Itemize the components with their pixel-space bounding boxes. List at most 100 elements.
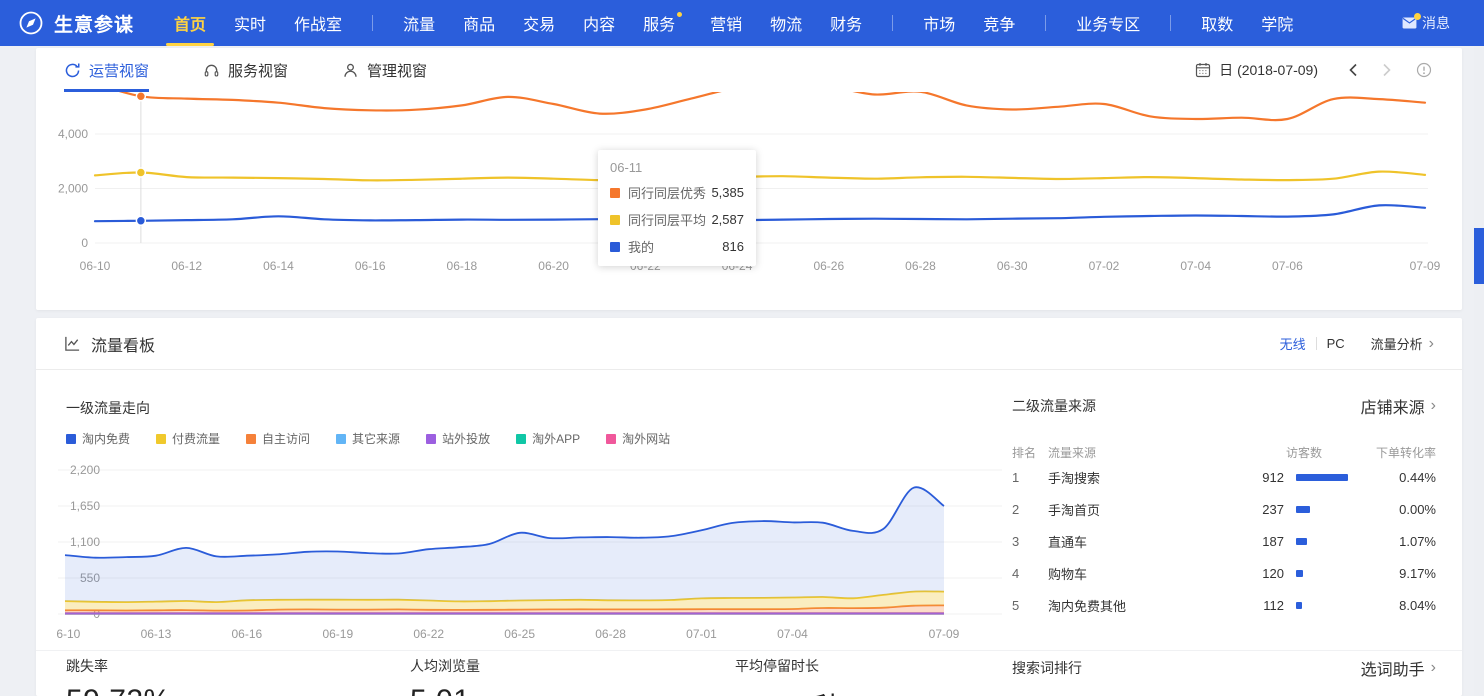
calendar-icon[interactable] xyxy=(1195,62,1211,78)
source-name-cell: 手淘搜索 xyxy=(1048,468,1214,487)
legend-item[interactable]: 淘外APP xyxy=(516,430,580,447)
svg-text:06-20: 06-20 xyxy=(538,259,569,273)
info-icon[interactable] xyxy=(1416,62,1432,78)
nav-item[interactable]: 市场 xyxy=(923,11,955,35)
prev-date-button[interactable] xyxy=(1348,63,1358,77)
table-row: 1手淘搜索9120.44% xyxy=(1012,461,1436,493)
divider xyxy=(1045,15,1046,31)
nav-item[interactable]: 物流 xyxy=(770,11,802,35)
visitors-bar-cell xyxy=(1284,474,1350,481)
legend-swatch xyxy=(336,434,346,444)
brand-title: 生意参谋 xyxy=(54,10,134,37)
legend-item[interactable]: 站外投放 xyxy=(426,430,490,447)
trend-chart[interactable]: 05501,1001,6502,20006-1006-1306-1606-190… xyxy=(56,458,1006,648)
person-icon xyxy=(342,62,359,79)
nav-item[interactable]: 内容 xyxy=(583,11,615,35)
col-visitors: 访客数 xyxy=(1284,444,1350,461)
line-chart-icon xyxy=(64,335,81,352)
nav-item[interactable]: 业务专区 xyxy=(1076,11,1140,35)
legend-label: 付费流量 xyxy=(172,430,220,447)
nav-item[interactable]: 学院 xyxy=(1261,11,1293,35)
next-date-button[interactable] xyxy=(1382,63,1392,77)
word-assistant-link[interactable]: 选词助手 › xyxy=(1361,656,1436,680)
visitors-bar-cell xyxy=(1284,506,1350,513)
tooltip-date: 06-11 xyxy=(610,160,744,175)
nav-item[interactable]: 商品 xyxy=(463,11,495,35)
legend-label: 其它来源 xyxy=(352,430,400,447)
conversion-cell: 9.17% xyxy=(1350,566,1436,581)
legend-item[interactable]: 其它来源 xyxy=(336,430,400,447)
conversion-cell: 8.04% xyxy=(1350,598,1436,613)
operations-overview-panel: 运营视窗 服务视窗 管理视窗 日 (2018-07-09) xyxy=(36,48,1462,310)
stat-label: 平均停留时长 xyxy=(735,656,843,676)
traffic-board-title: 流量看板 xyxy=(91,332,155,356)
tab-service-view[interactable]: 服务视窗 xyxy=(203,48,288,92)
messages-button[interactable]: 消息 xyxy=(1402,13,1450,33)
tab-operations-view[interactable]: 运营视窗 xyxy=(64,48,149,92)
legend-swatch xyxy=(66,434,76,444)
nav-item[interactable]: 竞争 xyxy=(983,11,1015,35)
shop-sources-link[interactable]: 店铺来源 › xyxy=(1361,394,1436,418)
svg-text:2,000: 2,000 xyxy=(58,182,88,196)
top-nav: 生意参谋 首页 实时 作战室 流量 商品 交易 内容 服务 营销 物流 财务 市场 竞争 业务专区 取数 学院… xyxy=(0,0,1484,46)
divider xyxy=(372,15,373,31)
nav-item[interactable]: 作战室 xyxy=(294,11,342,35)
legend-item[interactable]: 淘内免费 xyxy=(66,430,130,447)
refresh-icon xyxy=(64,62,81,79)
toggle-wireless[interactable]: 无线 xyxy=(1280,334,1306,353)
nav-item[interactable]: 取数 xyxy=(1201,11,1233,35)
visitors-bar-cell xyxy=(1284,570,1350,577)
chevron-right-icon: › xyxy=(1431,398,1436,414)
search-rank-header: 搜索词排行 选词助手 › xyxy=(1012,656,1436,680)
stat-label: 跳失率 xyxy=(66,656,171,676)
nav-item[interactable]: 营销 xyxy=(710,11,742,35)
rank-cell: 1 xyxy=(1012,470,1048,485)
nav-item[interactable]: 实时 xyxy=(234,11,266,35)
scrollbar-thumb[interactable] xyxy=(1474,228,1484,284)
traffic-analysis-link[interactable]: 流量分析 › xyxy=(1371,334,1434,353)
scrollbar[interactable] xyxy=(1474,46,1484,696)
divider xyxy=(892,15,893,31)
legend-label: 淘外APP xyxy=(532,430,580,447)
date-controls: 日 (2018-07-09) xyxy=(1195,48,1432,92)
shop-sources-label: 店铺来源 xyxy=(1361,394,1425,418)
stat-bounce-rate: 跳失率 59.72% xyxy=(66,656,171,696)
nav-item[interactable]: 交易 xyxy=(523,11,555,35)
toggle-pc[interactable]: PC xyxy=(1327,336,1345,351)
table-row: 5淘内免费其他1128.04% xyxy=(1012,589,1436,621)
sources-header: 二级流量来源 店铺来源 › xyxy=(1012,394,1436,418)
svg-text:07-06: 07-06 xyxy=(1272,259,1303,273)
logo-icon[interactable] xyxy=(18,10,44,36)
divider xyxy=(1170,15,1171,31)
stat-value: 5.01 xyxy=(410,684,480,696)
trend-title: 一级流量走向 xyxy=(66,398,150,418)
message-icon xyxy=(1402,17,1417,29)
stat-avg-stay-time: 平均停留时长 17.48秒 xyxy=(735,656,843,696)
series-swatch xyxy=(610,242,620,252)
visitors-bar-cell xyxy=(1284,602,1350,609)
legend-item[interactable]: 自主访问 xyxy=(246,430,310,447)
messages-label: 消息 xyxy=(1422,13,1450,33)
legend-item[interactable]: 淘外网站 xyxy=(606,430,670,447)
date-display[interactable]: 日 (2018-07-09) xyxy=(1219,60,1318,80)
stat-label: 人均浏览量 xyxy=(410,656,480,676)
nav-item[interactable]: 服务 xyxy=(643,11,682,35)
legend-item[interactable]: 付费流量 xyxy=(156,430,220,447)
svg-text:06-13: 06-13 xyxy=(141,627,172,641)
source-name-cell: 淘内免费其他 xyxy=(1048,596,1214,615)
tab-management-view[interactable]: 管理视窗 xyxy=(342,48,427,92)
nav-menu: 首页 实时 作战室 流量 商品 交易 内容 服务 营销 物流 财务 市场 竞争 业务专区 取数 学院 xyxy=(160,11,1402,35)
traffic-board-title-wrap: 流量看板 xyxy=(64,332,155,356)
svg-text:06-30: 06-30 xyxy=(997,259,1028,273)
headset-icon xyxy=(203,62,220,79)
traffic-analysis-label: 流量分析 xyxy=(1371,334,1423,353)
table-row: 3直通车1871.07% xyxy=(1012,525,1436,557)
tooltip-row: 同行同层优秀 5,385 xyxy=(610,183,744,202)
visitors-cell: 912 xyxy=(1214,470,1284,485)
stat-pages-per-visit: 人均浏览量 5.01 xyxy=(410,656,480,696)
legend-swatch xyxy=(606,434,616,444)
nav-item[interactable]: 首页 xyxy=(174,11,206,35)
nav-item[interactable]: 财务 xyxy=(830,11,862,35)
legend-label: 自主访问 xyxy=(262,430,310,447)
nav-item[interactable]: 流量 xyxy=(403,11,435,35)
